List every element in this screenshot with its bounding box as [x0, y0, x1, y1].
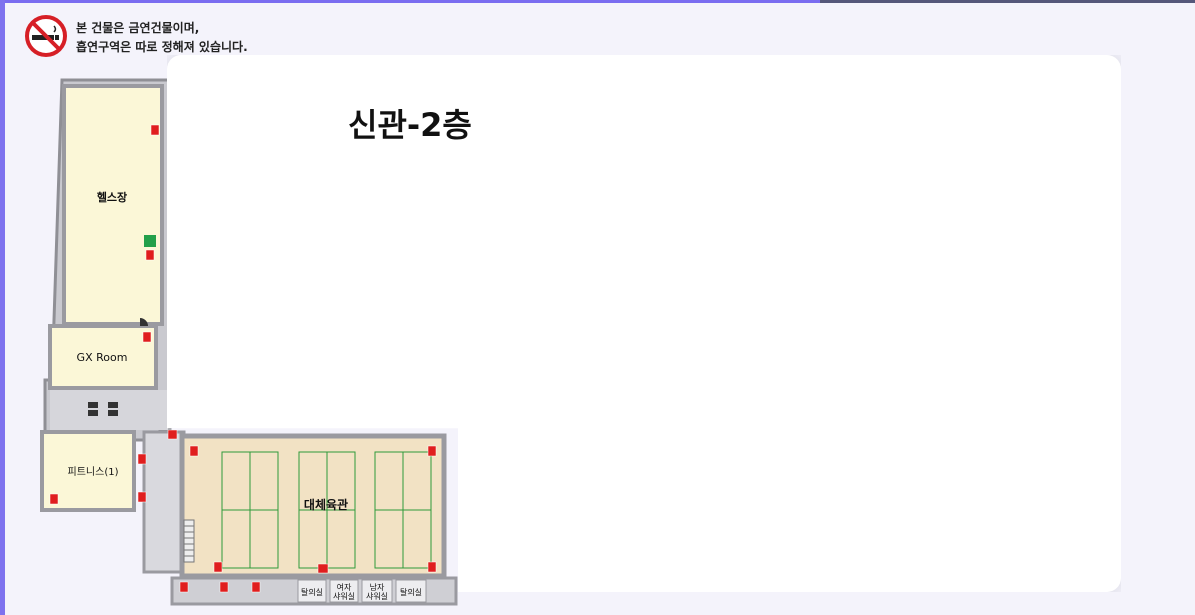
room-label-men-1: 남자: [370, 583, 385, 592]
room-label-gx: GX Room: [77, 351, 128, 364]
lower-corridor: [142, 430, 186, 574]
room-label-gym: 대체육관: [304, 497, 348, 512]
floor-title: 신관-2층: [348, 106, 472, 144]
room-label-changing-2: 탈의실: [400, 587, 422, 597]
room-label-changing-1: 탈의실: [301, 587, 323, 597]
notice-line-2: 흡연구역은 따로 정해져 있습니다.: [76, 40, 248, 54]
stairs-icon: [183, 519, 195, 563]
no-smoking-icon: [25, 15, 67, 57]
room-label-men-2: 샤워실: [366, 591, 388, 601]
room-label-women-1: 여자: [337, 582, 352, 592]
notice-line-1: 본 건물은 금연건물이며,: [76, 21, 200, 35]
room-health[interactable]: [62, 84, 164, 326]
emergency-exit-icon: [144, 235, 156, 247]
room-label-fitness: 피트니스(1): [68, 466, 119, 478]
room-label-women-2: 샤워실: [333, 591, 355, 601]
room-label-health: 헬스장: [97, 190, 127, 204]
no-smoking-notice: 본 건물은 금연건물이며, 흡연구역은 따로 정해져 있습니다.: [24, 14, 248, 58]
